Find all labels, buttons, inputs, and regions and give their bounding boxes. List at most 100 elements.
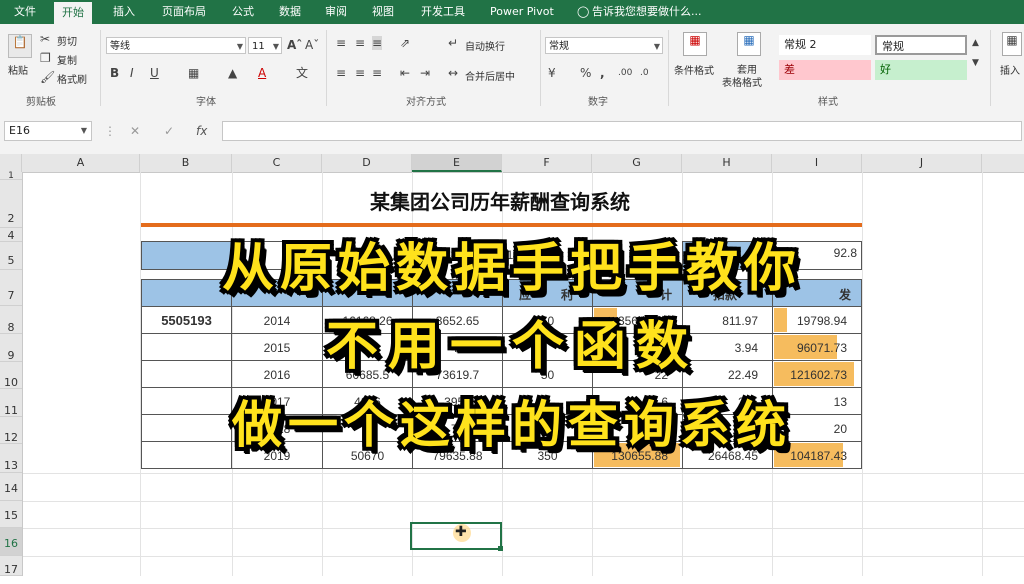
insert-cells-button[interactable]: 插入 bbox=[1000, 62, 1020, 77]
fill-handle[interactable] bbox=[498, 546, 503, 551]
row-header-selected[interactable]: 16 bbox=[0, 528, 22, 556]
underline-button[interactable]: U bbox=[150, 66, 159, 80]
caption-line-2: 不用一个函数 bbox=[325, 317, 698, 377]
wrap-text-icon: ↵ bbox=[448, 36, 459, 50]
name-box[interactable]: E16 ▼ bbox=[4, 121, 92, 141]
tab-formulas[interactable]: 公式 bbox=[232, 0, 254, 24]
tab-home[interactable]: 开始 bbox=[54, 2, 92, 24]
align-right-icon[interactable]: ≡ bbox=[372, 66, 382, 80]
style-bad[interactable]: 差 bbox=[779, 60, 871, 80]
group-separator bbox=[326, 30, 327, 106]
italic-button[interactable]: I bbox=[130, 66, 134, 80]
column-header[interactable]: H bbox=[682, 154, 772, 172]
merge-center-button[interactable]: 合并后居中 bbox=[465, 68, 515, 83]
orientation-icon[interactable]: ⇗ bbox=[400, 36, 410, 50]
increase-decimal-icon[interactable]: .00 bbox=[618, 66, 632, 80]
paste-icon[interactable]: 📋 bbox=[8, 34, 32, 58]
font-size-combo[interactable]: 11 ▼ bbox=[248, 37, 282, 54]
column-header[interactable]: B bbox=[140, 154, 232, 172]
scroll-down-icon[interactable]: ▼ bbox=[972, 56, 979, 70]
gridline bbox=[22, 556, 1024, 557]
row-header[interactable]: 15 bbox=[0, 501, 22, 528]
tab-power-pivot[interactable]: Power Pivot bbox=[490, 0, 554, 24]
align-bottom-icon[interactable]: ≡ bbox=[372, 36, 383, 50]
increase-indent-icon[interactable]: ⇥ bbox=[420, 66, 430, 80]
align-center-icon[interactable]: ≡ bbox=[355, 66, 365, 80]
tab-view[interactable]: 视图 bbox=[372, 0, 394, 24]
conditional-format-icon: ▦ bbox=[683, 32, 707, 56]
tab-developer[interactable]: 开发工具 bbox=[421, 0, 465, 24]
chevron-down-icon: ▼ bbox=[272, 42, 279, 51]
column-header[interactable]: F bbox=[502, 154, 592, 172]
report-title: 某集团公司历年薪酬查询系统 bbox=[370, 190, 630, 214]
tab-page-layout[interactable]: 页面布局 bbox=[162, 0, 206, 24]
font-group-label: 字体 bbox=[196, 97, 216, 108]
format-as-table-icon: ▦ bbox=[737, 32, 761, 56]
conditional-format-button[interactable]: 条件格式 bbox=[674, 62, 714, 77]
caption-line-3: 做一个这样的查询系统 bbox=[232, 396, 792, 454]
wrap-text-button[interactable]: 自动换行 bbox=[465, 38, 505, 53]
border-icon[interactable]: ▦ bbox=[188, 66, 199, 80]
select-all-corner[interactable] bbox=[0, 154, 22, 172]
tell-me-box[interactable]: 告诉我您想要做什么... bbox=[592, 0, 702, 24]
align-top-icon[interactable]: ≡ bbox=[336, 36, 346, 50]
gridline bbox=[22, 501, 1024, 502]
tab-data[interactable]: 数据 bbox=[279, 0, 301, 24]
cancel-icon[interactable]: ✕ bbox=[130, 124, 140, 138]
format-painter-icon: 🖌 bbox=[40, 70, 56, 84]
confirm-icon[interactable]: ✓ bbox=[164, 124, 174, 138]
column-header-selected[interactable]: E bbox=[412, 154, 502, 172]
number-format-combo[interactable]: 常规 ▼ bbox=[545, 37, 663, 54]
row-header[interactable]: 1 bbox=[0, 172, 22, 181]
paste-button[interactable]: 粘贴 bbox=[8, 62, 28, 77]
currency-icon[interactable]: ¥ bbox=[548, 66, 556, 80]
font-color-icon[interactable]: A bbox=[258, 66, 266, 80]
chevron-down-icon: ▼ bbox=[653, 42, 660, 51]
clipboard-group-label: 剪贴板 bbox=[26, 97, 56, 108]
gridline bbox=[22, 528, 1024, 529]
align-middle-icon[interactable]: ≡ bbox=[355, 36, 365, 50]
align-left-icon[interactable]: ≡ bbox=[336, 66, 346, 80]
tab-insert[interactable]: 插入 bbox=[113, 0, 135, 24]
column-header[interactable]: A bbox=[22, 154, 140, 172]
comma-icon[interactable]: , bbox=[600, 66, 605, 80]
column-header[interactable]: G bbox=[592, 154, 682, 172]
column-header-bar: A B C D E F G H I J bbox=[0, 154, 1024, 173]
caption-line-1: 从原始数据手把手教你 bbox=[221, 239, 802, 299]
fill-color-icon[interactable]: ▲ bbox=[228, 66, 237, 80]
cut-button[interactable]: 剪切 bbox=[57, 33, 77, 48]
font-size-value: 11 bbox=[252, 41, 265, 52]
decrease-font-icon[interactable]: Aˇ bbox=[305, 38, 319, 52]
column-header[interactable]: C bbox=[232, 154, 322, 172]
phonetic-icon[interactable]: 文 bbox=[296, 66, 308, 80]
tab-review[interactable]: 审阅 bbox=[325, 0, 347, 24]
row-header[interactable]: 2 bbox=[0, 180, 22, 228]
group-separator bbox=[668, 30, 669, 106]
style-normal[interactable]: 常规 bbox=[875, 35, 967, 55]
row-header[interactable]: 14 bbox=[0, 473, 22, 501]
format-as-table-label: 表格格式 bbox=[722, 78, 762, 89]
increase-font-icon[interactable]: Aˆ bbox=[287, 38, 302, 52]
formula-input[interactable] bbox=[222, 121, 1022, 141]
lightbulb-icon: ◯ bbox=[577, 5, 590, 18]
number-group-label: 数字 bbox=[588, 97, 608, 108]
style-normal-2[interactable]: 常规 2 bbox=[779, 35, 871, 55]
decrease-indent-icon[interactable]: ⇤ bbox=[400, 66, 410, 80]
copy-button[interactable]: 复制 bbox=[57, 52, 77, 67]
tab-file[interactable]: 文件 bbox=[14, 0, 36, 24]
column-header[interactable]: D bbox=[322, 154, 412, 172]
scroll-up-icon[interactable]: ▲ bbox=[972, 36, 979, 50]
format-painter-button[interactable]: 格式刷 bbox=[57, 71, 87, 86]
style-good[interactable]: 好 bbox=[875, 60, 967, 80]
bold-button[interactable]: B bbox=[110, 66, 119, 80]
font-name-combo[interactable]: 等线 ▼ bbox=[106, 37, 246, 54]
chevron-down-icon: ▼ bbox=[80, 126, 87, 135]
cursor-cross-icon: ✚ bbox=[455, 524, 467, 540]
row-header[interactable]: 17 bbox=[0, 556, 22, 576]
percent-icon[interactable]: % bbox=[580, 66, 591, 80]
insert-function-icon[interactable]: fx bbox=[196, 124, 207, 138]
column-header[interactable]: I bbox=[772, 154, 862, 172]
decrease-decimal-icon[interactable]: .0 bbox=[640, 66, 649, 80]
column-header[interactable]: J bbox=[862, 154, 982, 172]
group-separator bbox=[540, 30, 541, 106]
